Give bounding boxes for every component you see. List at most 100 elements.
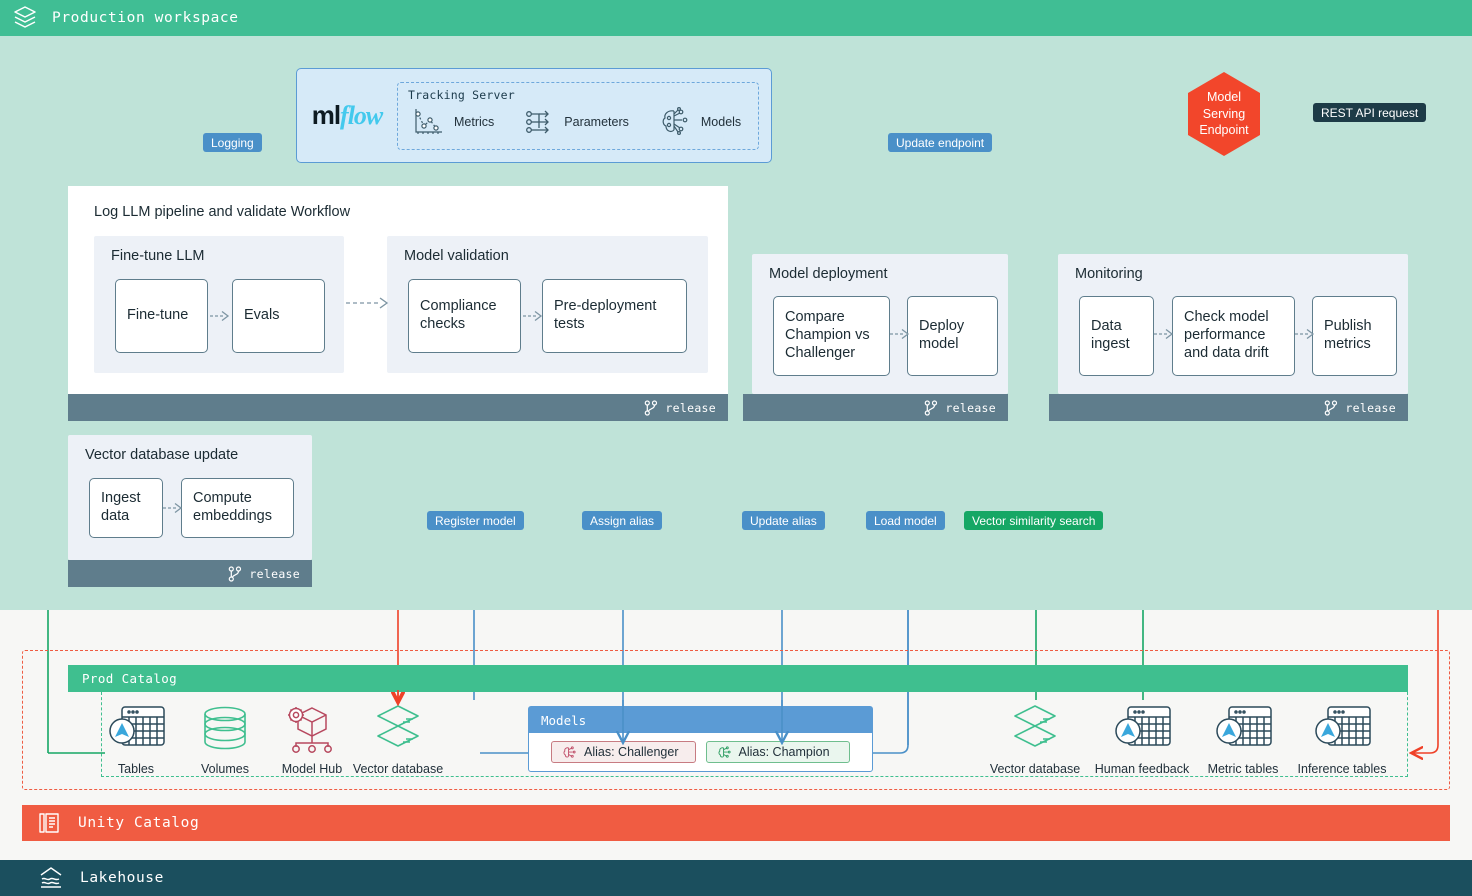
workspace-header: Production workspace bbox=[0, 0, 1472, 36]
models-title: Models bbox=[541, 713, 586, 728]
endpoint-line-2: Serving bbox=[1203, 107, 1245, 121]
alias-chip-champion[interactable]: Alias: Champion bbox=[706, 741, 851, 763]
workflow-monitoring: Monitoring Data ingest Check model perfo… bbox=[1049, 254, 1408, 421]
catalog-label: Volumes bbox=[175, 762, 275, 776]
endpoint-line-1: Model bbox=[1207, 90, 1241, 104]
git-branch-icon bbox=[644, 400, 658, 416]
group-box-monitoring: Monitoring Data ingest Check model perfo… bbox=[1058, 254, 1408, 394]
edge-label-update-alias: Update alias bbox=[742, 511, 825, 530]
group-title-model-deployment: Model deployment bbox=[769, 266, 888, 282]
database-cylinder-icon bbox=[193, 703, 257, 755]
arrow-ingest-to-embeddings bbox=[162, 500, 184, 516]
edge-label-update-endpoint: Update endpoint bbox=[888, 133, 992, 152]
tracking-label-metrics: Metrics bbox=[454, 115, 494, 129]
catalog-item-volumes[interactable]: Volumes bbox=[175, 703, 275, 776]
catalog-item-metric-tables[interactable]: Metric tables bbox=[1193, 703, 1293, 776]
arrow-group-fine-tune-to-validation bbox=[345, 294, 391, 312]
table-icon bbox=[104, 703, 168, 755]
group-title-model-validation: Model validation bbox=[404, 248, 509, 264]
vector-db-icon bbox=[1003, 703, 1067, 755]
task-publish-metrics[interactable]: Publish metrics bbox=[1312, 296, 1397, 376]
endpoint-line-3: Endpoint bbox=[1199, 123, 1248, 137]
alias-chip-challenger[interactable]: Alias: Challenger bbox=[551, 741, 696, 763]
unity-catalog-label: Unity Catalog bbox=[78, 815, 199, 831]
catalog-item-model-hub[interactable]: Model Hub bbox=[262, 703, 362, 776]
workflow-log-llm-pipeline: Log LLM pipeline and validate Workflow F… bbox=[68, 186, 728, 421]
task-compute-embeddings[interactable]: Compute embeddings bbox=[181, 478, 294, 538]
task-check-model-performance[interactable]: Check model performance and data drift bbox=[1172, 296, 1295, 376]
mlflow-logo-flow: flow bbox=[340, 101, 382, 130]
tracking-label-parameters: Parameters bbox=[564, 115, 629, 129]
catalog-item-human-feedback[interactable]: Human feedback bbox=[1092, 703, 1192, 776]
table-icon bbox=[1211, 703, 1275, 755]
unity-catalog-bar: Unity Catalog bbox=[22, 805, 1450, 841]
mlflow-panel: mlflow Tracking Server bbox=[296, 68, 772, 163]
tracking-server-box: Tracking Server Metri bbox=[397, 82, 759, 150]
catalog-book-icon bbox=[36, 810, 62, 836]
task-evals[interactable]: Evals bbox=[232, 279, 325, 353]
arrow-compare-to-deploy bbox=[889, 326, 911, 342]
table-icon bbox=[1310, 703, 1374, 755]
edge-label-register-model: Register model bbox=[427, 511, 524, 530]
models-box: Models Alias: Challenger bbox=[528, 706, 873, 772]
model-alias-icon bbox=[562, 745, 577, 760]
vector-db-icon bbox=[366, 703, 430, 755]
branch-params-icon bbox=[524, 106, 556, 138]
group-box-vector-db-update: Vector database update Ingest data Compu… bbox=[68, 435, 312, 560]
workflow-title: Log LLM pipeline and validate Workflow bbox=[94, 204, 350, 220]
tracking-item-parameters: Parameters bbox=[524, 106, 629, 138]
group-box-model-validation: Model validation Compliance checks Pre-d… bbox=[387, 236, 708, 373]
catalog-item-tables[interactable]: Tables bbox=[86, 703, 186, 776]
workflow-model-deployment: Model deployment Compare Champion vs Cha… bbox=[743, 254, 1008, 421]
catalog-label: Human feedback bbox=[1092, 762, 1192, 776]
arrow-fine-tune-to-evals bbox=[209, 308, 231, 324]
arrow-check-to-publish bbox=[1294, 326, 1316, 342]
release-label: release bbox=[665, 401, 716, 415]
catalog-label: Metric tables bbox=[1193, 762, 1293, 776]
catalog-label: Model Hub bbox=[262, 762, 362, 776]
release-label: release bbox=[249, 567, 300, 581]
arrow-ingest-to-check bbox=[1153, 326, 1175, 342]
git-branch-icon bbox=[228, 566, 242, 582]
alias-label: Alias: Champion bbox=[739, 745, 830, 759]
task-ingest-data[interactable]: Ingest data bbox=[89, 478, 163, 538]
mlflow-logo: mlflow bbox=[297, 100, 397, 131]
task-fine-tune[interactable]: Fine-tune bbox=[115, 279, 208, 353]
task-pre-deployment-tests[interactable]: Pre-deployment tests bbox=[542, 279, 687, 353]
workflow-release-bar: release bbox=[68, 394, 728, 421]
models-header: Models bbox=[529, 707, 872, 733]
task-compliance-checks[interactable]: Compliance checks bbox=[408, 279, 521, 353]
prod-catalog-title: Prod Catalog bbox=[82, 671, 177, 686]
prod-catalog-header: Prod Catalog bbox=[68, 665, 1408, 692]
model-hub-icon bbox=[280, 703, 344, 755]
lakehouse-bar: Lakehouse bbox=[0, 860, 1472, 896]
group-title-fine-tune-llm: Fine-tune LLM bbox=[111, 248, 205, 264]
tracking-server-title: Tracking Server bbox=[408, 88, 748, 102]
edge-label-logging: Logging bbox=[203, 133, 262, 152]
catalog-label: Inference tables bbox=[1292, 762, 1392, 776]
task-data-ingest[interactable]: Data ingest bbox=[1079, 296, 1154, 376]
brain-model-icon bbox=[659, 106, 693, 138]
lakehouse-icon bbox=[38, 865, 64, 891]
tracking-item-models: Models bbox=[659, 106, 741, 138]
catalog-label: Vector database bbox=[985, 762, 1085, 776]
release-label: release bbox=[945, 401, 996, 415]
git-branch-icon bbox=[924, 400, 938, 416]
tracking-label-models: Models bbox=[701, 115, 741, 129]
edge-label-vector-similarity-search: Vector similarity search bbox=[964, 511, 1103, 530]
table-icon bbox=[1110, 703, 1174, 755]
catalog-item-vector-database[interactable]: Vector database bbox=[348, 703, 448, 776]
workspace-title: Production workspace bbox=[52, 10, 239, 26]
alias-label: Alias: Challenger bbox=[584, 745, 679, 759]
task-deploy-model[interactable]: Deploy model bbox=[907, 296, 998, 376]
workflow-vector-database-update: Vector database update Ingest data Compu… bbox=[68, 435, 312, 587]
catalog-item-vector-database-right[interactable]: Vector database bbox=[985, 703, 1085, 776]
lakehouse-label: Lakehouse bbox=[80, 870, 164, 886]
arrow-compliance-to-predeploy bbox=[522, 308, 544, 324]
task-compare-champion-challenger[interactable]: Compare Champion vs Challenger bbox=[773, 296, 890, 376]
catalog-label: Tables bbox=[86, 762, 186, 776]
line-chart-icon bbox=[412, 106, 446, 138]
catalog-item-inference-tables[interactable]: Inference tables bbox=[1292, 703, 1392, 776]
group-box-model-deployment: Model deployment Compare Champion vs Cha… bbox=[752, 254, 1008, 394]
workflow-release-bar: release bbox=[743, 394, 1008, 421]
